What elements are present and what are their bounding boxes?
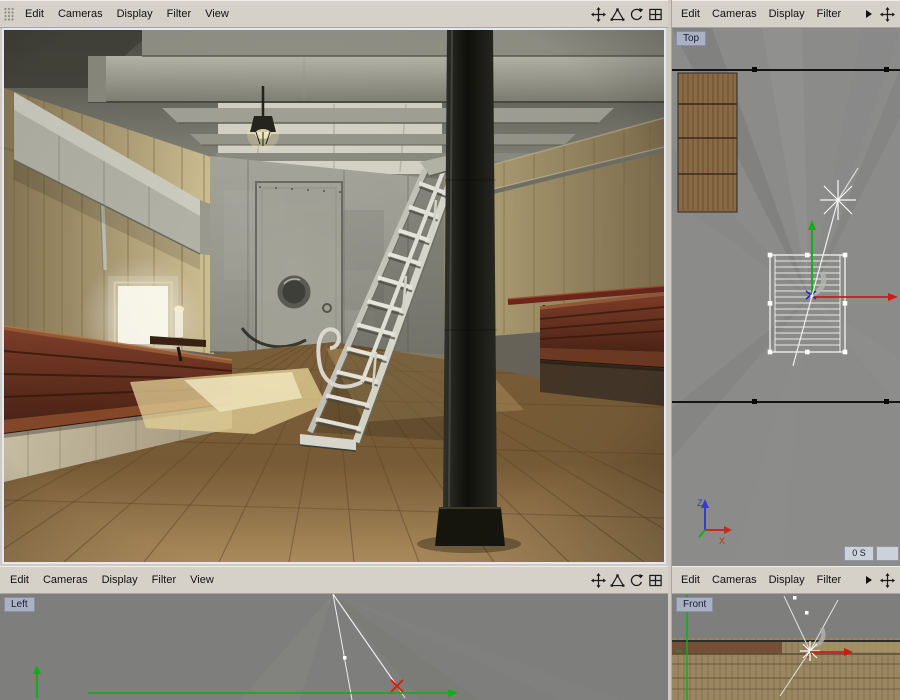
wood-deck-patch (678, 73, 737, 212)
menu-cameras[interactable]: Cameras (51, 8, 110, 20)
menu-cameras[interactable]: Cameras (706, 8, 763, 20)
menu-edit[interactable]: Edit (675, 574, 706, 586)
menu-display[interactable]: Display (95, 574, 145, 586)
menu-overflow-icon[interactable] (866, 576, 872, 584)
view-toolbar (864, 6, 897, 22)
viewport-perspective: Edit Cameras Display Filter View (0, 0, 668, 566)
perspective-render-view[interactable] (2, 28, 666, 564)
frame-status-box: 0 S (844, 546, 874, 561)
menu-filter[interactable]: Filter (811, 8, 847, 20)
menu-filter[interactable]: Filter (160, 8, 198, 20)
deck-texture-strip (672, 638, 900, 700)
menu-view[interactable]: View (183, 574, 221, 586)
viewport-label-left: Left (4, 597, 35, 612)
scale-icon[interactable] (609, 572, 625, 588)
scale-icon[interactable] (609, 6, 625, 22)
rotate-icon[interactable] (628, 6, 644, 22)
viewport-front: Edit Cameras Display Filter Front (672, 566, 900, 700)
viewport-divider[interactable] (668, 0, 672, 700)
viewport-label-top: Top (676, 31, 706, 46)
menu-cameras[interactable]: Cameras (36, 574, 95, 586)
toggle-view-icon[interactable] (647, 6, 663, 22)
left-view-scene (0, 594, 668, 700)
move-icon[interactable] (879, 572, 895, 588)
toggle-view-icon[interactable] (647, 572, 663, 588)
axis-label-z: Z (697, 498, 703, 508)
viewport-label-front: Front (676, 597, 713, 612)
rendered-scene (4, 30, 664, 562)
menu-edit[interactable]: Edit (675, 8, 706, 20)
menu-filter[interactable]: Filter (811, 574, 847, 586)
axis-label-x: X (719, 536, 725, 546)
front-view[interactable]: Front (672, 594, 900, 700)
view-toolbar (864, 572, 897, 588)
vignette-overlay (4, 30, 664, 562)
menu-overflow-icon[interactable] (866, 10, 872, 18)
vertex-handle[interactable] (805, 611, 809, 615)
vertex-handle[interactable] (793, 596, 797, 600)
rotate-icon[interactable] (628, 572, 644, 588)
move-icon[interactable] (879, 6, 895, 22)
menu-cameras[interactable]: Cameras (706, 574, 763, 586)
menu-display[interactable]: Display (763, 574, 811, 586)
menu-edit[interactable]: Edit (18, 8, 51, 20)
viewport-left: Edit Cameras Display Filter View Left (0, 566, 668, 700)
view-toolbar (590, 6, 665, 22)
menu-display[interactable]: Display (110, 8, 160, 20)
front-menubar: Edit Cameras Display Filter (672, 566, 900, 594)
left-menubar: Edit Cameras Display Filter View (0, 566, 668, 594)
menu-view[interactable]: View (198, 8, 236, 20)
vertex-handle[interactable] (343, 656, 347, 660)
status-box-secondary (876, 546, 899, 561)
perspective-menubar: Edit Cameras Display Filter View (0, 0, 668, 28)
status-row: 0 S (844, 546, 899, 561)
view-toolbar (590, 572, 665, 588)
star-marker (800, 641, 820, 661)
viewport-top: Edit Cameras Display Filter Top (672, 0, 900, 566)
left-view[interactable]: Left (0, 594, 668, 700)
top-menubar: Edit Cameras Display Filter (672, 0, 900, 28)
drag-dots (3, 5, 15, 23)
move-icon[interactable] (590, 572, 606, 588)
menu-edit[interactable]: Edit (3, 574, 36, 586)
top-view-scene: Z X (672, 28, 900, 566)
menu-display[interactable]: Display (763, 8, 811, 20)
window-handle-icon[interactable] (3, 5, 17, 23)
menu-filter[interactable]: Filter (145, 574, 183, 586)
move-icon[interactable] (590, 6, 606, 22)
top-view[interactable]: Top (672, 28, 900, 566)
